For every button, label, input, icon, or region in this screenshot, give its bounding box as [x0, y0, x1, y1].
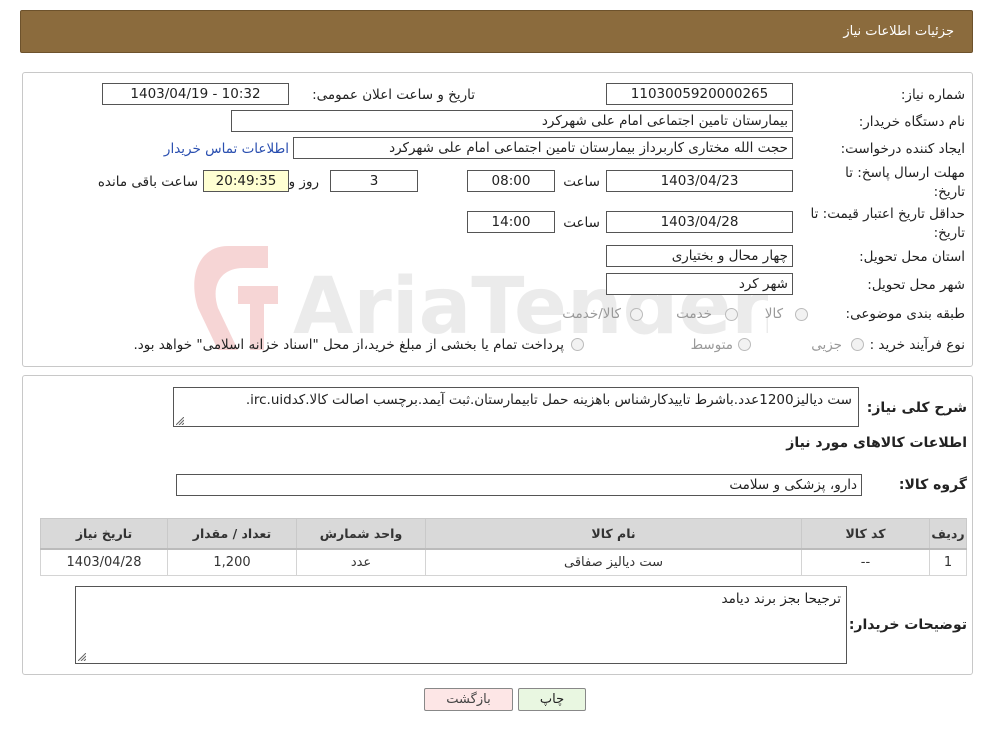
city-field: شهر کرد	[606, 273, 793, 295]
category-goods-service-label: کالا/خدمت	[562, 306, 621, 322]
goods-table: ردیف کد کالا نام کالا واحد شمارش تعداد /…	[40, 518, 967, 576]
goods-group-field: دارو، پزشکی و سلامت	[176, 474, 862, 496]
process-medium-radio[interactable]	[738, 338, 751, 351]
buyer-org-field: بیمارستان تامین اجتماعی امام علی شهرکرد	[231, 110, 793, 132]
goods-info-title: اطلاعات کالاهای مورد نیاز	[786, 435, 967, 451]
process-note: پرداخت تمام یا بخشی از مبلغ خرید،از محل …	[133, 337, 564, 353]
back-button[interactable]: بازگشت	[424, 688, 513, 711]
item-code-cell: --	[801, 548, 930, 576]
reply-date-field: 1403/04/23	[606, 170, 793, 192]
item-name-cell: ست دیالیز صفاقی	[425, 548, 802, 576]
province-label: استان محل تحویل:	[859, 249, 965, 265]
process-medium-label: متوسط	[690, 337, 733, 353]
page-header: جزئیات اطلاعات نیاز	[20, 10, 973, 53]
buyer-notes-textarea[interactable]: ترجیحا بجز برند دیامد	[75, 586, 847, 664]
need-number-label: شماره نیاز:	[900, 87, 965, 103]
category-label: طبقه بندی موضوعی:	[845, 306, 965, 322]
announce-field: 1403/04/19 - 10:32	[102, 83, 289, 105]
price-validity-label: حداقل تاریخ اعتبار قیمت: تا تاریخ:	[810, 206, 965, 241]
remaining-label: ساعت باقی مانده	[97, 174, 198, 190]
reply-deadline-label: مهلت ارسال پاسخ: تا تاریخ:	[845, 165, 965, 200]
print-button[interactable]: چاپ	[518, 688, 586, 711]
description-textarea[interactable]: ست دیالیز1200عدد.باشرط تاییدکارشناس باهز…	[173, 387, 859, 427]
price-date-field: 1403/04/28	[606, 211, 793, 233]
buyer-contact-link[interactable]: اطلاعات تماس خریدار	[164, 139, 289, 159]
resize-grip-icon[interactable]	[78, 653, 86, 661]
process-minor-label: جزیی	[811, 337, 842, 353]
need-date-cell: 1403/04/28	[40, 548, 168, 576]
table-row: 1 -- ست دیالیز صفاقی عدد 1,200 1403/04/2…	[40, 548, 967, 576]
col-qty-header: تعداد / مقدار	[167, 518, 297, 550]
category-service-label: خدمت	[676, 306, 712, 322]
buyer-org-label: نام دستگاه خریدار:	[858, 114, 965, 130]
price-time-field: 14:00	[467, 211, 555, 233]
page-title: جزئیات اطلاعات نیاز	[843, 24, 954, 39]
category-service-radio[interactable]	[725, 308, 738, 321]
treasury-option-radio[interactable]	[571, 338, 584, 351]
category-goods-radio[interactable]	[795, 308, 808, 321]
description-label: شرح کلی نیاز:	[866, 400, 967, 416]
unit-cell: عدد	[296, 548, 426, 576]
buyer-notes-label: توضیحات خریدار:	[848, 617, 967, 633]
category-goods-label: کالا	[764, 306, 783, 322]
process-minor-radio[interactable]	[851, 338, 864, 351]
category-goods-service-radio[interactable]	[630, 308, 643, 321]
quantity-cell: 1,200	[167, 548, 297, 576]
province-field: چهار محال و بختیاری	[606, 245, 793, 267]
col-code-header: کد کالا	[801, 518, 930, 550]
creator-label: ایجاد کننده درخواست:	[840, 141, 965, 157]
col-date-header: تاریخ نیاز	[40, 518, 168, 550]
city-label: شهر محل تحویل:	[867, 277, 965, 293]
creator-field: حجت الله مختاری کاربرداز بیمارستان تامین…	[293, 137, 793, 159]
col-unit-header: واحد شمارش	[296, 518, 426, 550]
reply-time-label: ساعت	[563, 174, 600, 190]
goods-group-label: گروه کالا:	[898, 477, 967, 493]
row-number-cell: 1	[929, 548, 967, 576]
need-number-field: 1103005920000265	[606, 83, 793, 105]
col-name-header: نام کالا	[425, 518, 802, 550]
reply-time-field: 08:00	[467, 170, 555, 192]
days-field: 3	[330, 170, 418, 192]
days-label: روز و	[288, 174, 319, 190]
remaining-time-field: 20:49:35	[203, 170, 289, 192]
price-time-label: ساعت	[563, 215, 600, 231]
table-header-row: ردیف کد کالا نام کالا واحد شمارش تعداد /…	[40, 518, 967, 550]
process-label: نوع فرآیند خرید :	[869, 337, 965, 353]
announce-label: تاریخ و ساعت اعلان عمومی:	[312, 87, 475, 103]
resize-grip-icon[interactable]	[176, 417, 184, 425]
col-row-header: ردیف	[929, 518, 967, 550]
